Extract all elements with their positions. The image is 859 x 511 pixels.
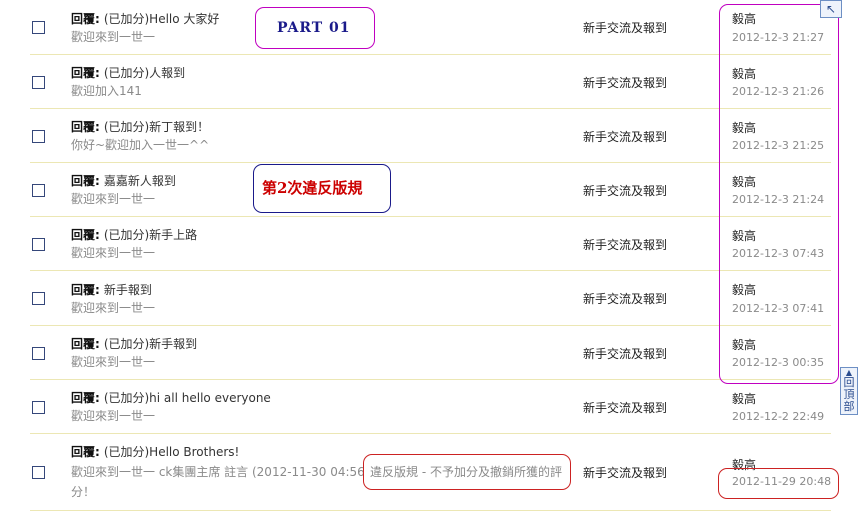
row-checkbox[interactable] xyxy=(32,401,45,414)
back-to-top-button[interactable]: ▲ 回頂部 xyxy=(840,367,858,415)
row-checkbox[interactable] xyxy=(32,130,45,143)
row-checkbox[interactable] xyxy=(32,466,45,479)
table-row: 回覆: (已加分)人報到 歡迎加入141 新手交流及報到 毅高 2012-12-3… xyxy=(30,55,831,109)
forum-link[interactable]: 新手交流及報到 xyxy=(583,74,667,91)
reply-prefix: 回覆: xyxy=(71,228,100,242)
row-checkbox[interactable] xyxy=(32,347,45,360)
reply-prefix: 回覆: xyxy=(71,337,100,351)
forum-link[interactable]: 新手交流及報到 xyxy=(583,182,667,199)
thread-title-link[interactable]: 回覆: (已加分)新手上路 xyxy=(71,226,197,243)
row-checkbox[interactable] xyxy=(32,184,45,197)
table-row: 回覆: (已加分)新丁報到！ 你好~歡迎加入一世一^^ 新手交流及報到 毅高 20… xyxy=(30,109,831,163)
time-highlight xyxy=(718,468,839,499)
reply-summary: 歡迎來到一世一 xyxy=(71,355,156,369)
violation-annotation: 第2次違反版規 xyxy=(253,164,391,213)
reply-summary: 歡迎來到一世一 xyxy=(71,409,156,423)
table-row: 回覆: (已加分)hi all hello everyone 歡迎來到一世一 新手… xyxy=(30,380,831,434)
reply-prefix: 回覆: xyxy=(71,12,100,26)
forum-link[interactable]: 新手交流及報到 xyxy=(583,399,667,416)
thread-title-link[interactable]: 回覆: 新手報到 xyxy=(71,281,152,298)
thread-title-link[interactable]: 回覆: (已加分)人報到 xyxy=(71,64,185,81)
forum-link[interactable]: 新手交流及報到 xyxy=(583,345,667,362)
reply-prefix: 回覆: xyxy=(71,66,100,80)
reply-summary: 你好~歡迎加入一世一^^ xyxy=(71,138,210,152)
reply-prefix: 回覆: xyxy=(71,445,100,459)
forum-link[interactable]: 新手交流及報到 xyxy=(583,236,667,253)
table-row: 回覆: (已加分)新手報到 歡迎來到一世一 新手交流及報到 毅高 2012-12-… xyxy=(30,326,831,380)
back-to-top-label: 回頂部 xyxy=(843,376,855,413)
table-row: 回覆: (已加分)新手上路 歡迎來到一世一 新手交流及報到 毅高 2012-12-… xyxy=(30,217,831,271)
redaction-patch xyxy=(375,10,455,50)
violation-note: 違反版規 - 不予加分及撤銷所獲的評 xyxy=(363,454,571,490)
author-link[interactable]: 毅高 xyxy=(732,390,756,407)
forum-link[interactable]: 新手交流及報到 xyxy=(583,128,667,145)
arrow-up-left-icon[interactable]: ↖ xyxy=(820,0,842,18)
reply-prefix: 回覆: xyxy=(71,283,100,297)
reply-summary: 歡迎來到一世一 xyxy=(71,246,156,260)
author-time-highlight xyxy=(719,4,839,384)
forum-link[interactable]: 新手交流及報到 xyxy=(583,290,667,307)
reply-summary: 歡迎加入141 xyxy=(71,84,142,98)
thread-title-link[interactable]: 回覆: (已加分)hi all hello everyone xyxy=(71,389,271,406)
thread-title-link[interactable]: 回覆: (已加分)Hello Brothers! xyxy=(71,443,239,460)
reply-prefix: 回覆: xyxy=(71,174,100,188)
reply-prefix: 回覆: xyxy=(71,391,100,405)
forum-link[interactable]: 新手交流及報到 xyxy=(583,464,667,481)
forum-link[interactable]: 新手交流及報到 xyxy=(583,19,667,36)
reply-prefix: 回覆: xyxy=(71,120,100,134)
redaction-patch xyxy=(390,172,458,208)
reply-summary: 歡迎來到一世一 xyxy=(71,301,156,315)
part-annotation: PART 01 xyxy=(255,7,375,49)
thread-title-link[interactable]: 回覆: (已加分)新手報到 xyxy=(71,335,197,352)
post-time: 2012-12-2 22:49 xyxy=(732,410,825,423)
thread-title-link[interactable]: 回覆: (已加分)Hello 大家好 xyxy=(71,10,219,27)
thread-title-link[interactable]: 回覆: 嘉嘉新人報到 xyxy=(71,172,176,189)
thread-title-link[interactable]: 回覆: (已加分)新丁報到！ xyxy=(71,118,209,135)
row-checkbox[interactable] xyxy=(32,292,45,305)
row-checkbox[interactable] xyxy=(32,76,45,89)
row-checkbox[interactable] xyxy=(32,21,45,34)
row-checkbox[interactable] xyxy=(32,238,45,251)
table-row: 回覆: 新手報到 歡迎來到一世一 新手交流及報到 毅高 2012-12-3 07:… xyxy=(30,271,831,326)
